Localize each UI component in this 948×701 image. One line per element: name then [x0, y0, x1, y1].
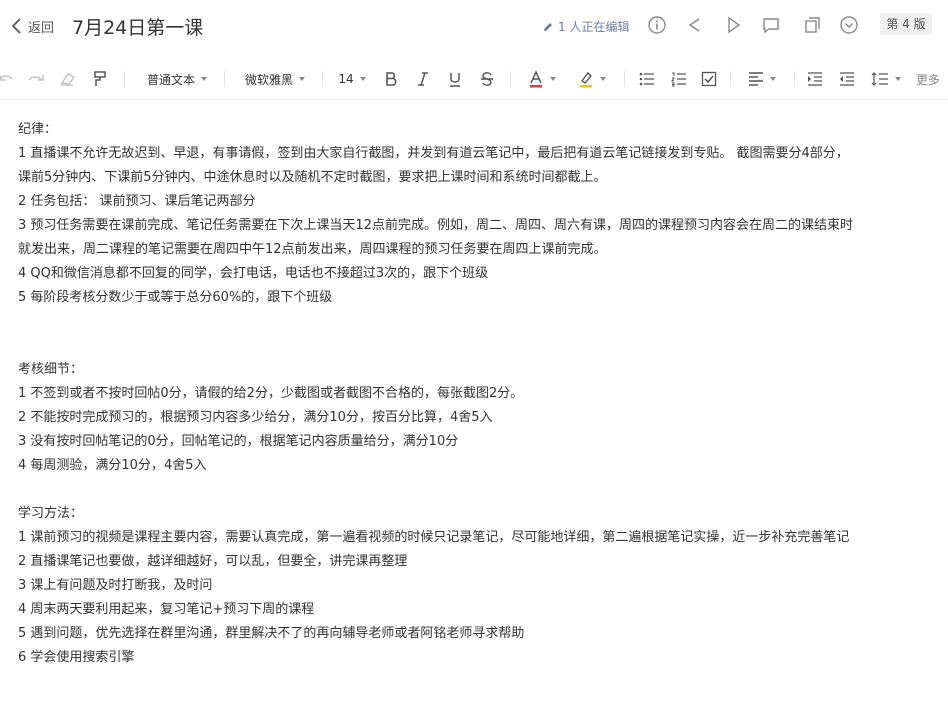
checklist-button[interactable]: [698, 59, 720, 99]
comment-icon[interactable]: [760, 14, 782, 36]
underline-button[interactable]: [444, 59, 466, 99]
formatting-toolbar: 普通文本 微软雅黑 14 更多: [0, 59, 948, 100]
font-family-select[interactable]: 微软雅黑: [238, 59, 312, 99]
font-size-select[interactable]: 14: [334, 59, 370, 99]
checkbox-icon: [701, 71, 717, 87]
underline-icon: [450, 73, 460, 87]
caret-down-icon: [201, 77, 207, 81]
strikethrough-icon: [481, 72, 493, 86]
format-painter-button[interactable]: [90, 59, 110, 99]
section-heading: 学习方法：: [18, 506, 84, 521]
toolbar-divider: [624, 71, 625, 87]
paragraph-line: 5 遇到问题，优先选择在群里沟通，群里解决不了的再向辅导老师或者阿铭老师寻求帮助: [18, 626, 525, 641]
back-label: 返回: [28, 20, 55, 36]
toolbar-divider: [224, 71, 225, 87]
document-header: 返回 7月24日第一课 1 人正在编辑 第 4 版: [0, 0, 948, 52]
more-options-icon[interactable]: [838, 14, 860, 36]
paragraph-line: 3 没有按时回帖笔记的0分，回帖笔记的，根据笔记内容质量给分，满分10分: [18, 434, 459, 449]
page-title[interactable]: 7月24日第一课: [72, 13, 203, 40]
paragraph-line: 3 课上有问题及时打断我，及时问: [18, 578, 213, 593]
redo-icon: [28, 75, 44, 81]
play-icon[interactable]: [722, 14, 744, 36]
paragraph-style-select[interactable]: 普通文本: [140, 59, 214, 99]
bullet-list-button[interactable]: [636, 59, 658, 99]
paragraph-line: 5 每阶段考核分数少于或等于总分60%的，跟下个班级: [18, 290, 333, 305]
paragraph-line: 2 不能按时完成预习的，根据预习内容多少给分，满分10分，按百分比算，4舍5入: [18, 410, 493, 425]
chevron-left-icon: [11, 18, 21, 34]
align-left-icon: [749, 72, 763, 86]
caret-down-icon: [359, 77, 366, 81]
line-height-icon: [871, 72, 888, 86]
paragraph-line: 1 课前预习的视频是课程主要内容，需要认真完成，第一遍看视频的时候只记录笔记，尽…: [18, 530, 850, 545]
back-button[interactable]: 返回: [10, 16, 54, 36]
font-family-value: 微软雅黑: [244, 72, 293, 87]
undo-icon: [0, 75, 13, 81]
paragraph-line: 2 直播课笔记也要做，越详细越好，可以乱，但要全，讲完课再整理: [18, 554, 408, 569]
more-label: 更多: [916, 72, 941, 87]
font-size-value: 14: [338, 72, 354, 86]
editing-status[interactable]: 1 人正在编辑: [542, 18, 629, 35]
toolbar-divider: [322, 71, 323, 87]
italic-icon: [418, 72, 428, 86]
section-heading: 纪律：: [18, 122, 58, 137]
section-heading: 考核细节：: [18, 362, 84, 377]
clear-format-button[interactable]: [58, 59, 78, 99]
toolbar-divider: [510, 71, 511, 87]
toolbar-divider: [730, 71, 731, 87]
strikethrough-button[interactable]: [476, 59, 498, 99]
paragraph-line: 1 直播课不允许无故迟到、早退，有事请假，签到由大家自行截图，并发到有道云笔记中…: [18, 146, 849, 161]
caret-down-icon: [895, 77, 901, 81]
paragraph-line: 6 学会使用搜索引擎: [18, 650, 135, 665]
paragraph-style-value: 普通文本: [146, 72, 195, 87]
eraser-icon: [60, 73, 76, 86]
caret-down-icon: [770, 77, 776, 81]
toolbar-divider: [794, 71, 795, 87]
line-height-button[interactable]: [866, 59, 906, 99]
highlighter-icon: [580, 71, 592, 88]
pencil-icon: [544, 22, 552, 31]
editing-status-text: 1 人正在编辑: [558, 20, 630, 34]
indent-increase-button[interactable]: [804, 59, 826, 99]
paragraph-line: 3 预习任务需要在课前完成、笔记任务需要在下次上课当天12点前完成。例如，周二、…: [18, 218, 853, 233]
caret-down-icon: [550, 77, 556, 81]
align-button[interactable]: [742, 59, 782, 99]
document-body[interactable]: 纪律： 1 直播课不允许无故迟到、早退，有事请假，签到由大家自行截图，并发到有道…: [18, 118, 938, 670]
paragraph-line: 4 QQ和微信消息都不回复的同学，会打电话，电话也不接超过3次的，跟下个班级: [18, 266, 489, 281]
paragraph-line: 4 每周测验，满分10分，4舍5入: [18, 458, 207, 473]
toolbar-divider: [124, 71, 125, 87]
share-icon[interactable]: [684, 14, 706, 36]
version-badge[interactable]: 第 4 版: [880, 13, 932, 35]
paragraph-line: 2 任务包括： 课前预习、课后笔记两部分: [18, 194, 256, 209]
indent-decrease-icon: [840, 72, 854, 86]
highlight-color-button[interactable]: [572, 59, 612, 99]
paragraph-line: 4 周末两天要利用起来，复习笔记+预习下周的课程: [18, 602, 315, 617]
paragraph-line: 1 不签到或者不按时回帖0分，请假的给2分，少截图或者截图不合格的，每张截图2分…: [18, 386, 524, 401]
bold-button[interactable]: [380, 59, 402, 99]
paragraph-line: 课前5分钟内、下课前5分钟内、中途休息时以及随机不定时截图，要求把上课时间和系统…: [18, 170, 607, 185]
caret-down-icon: [299, 77, 305, 81]
numbered-list-icon: [671, 72, 686, 87]
font-color-button[interactable]: [522, 59, 562, 99]
numbered-list-button[interactable]: [668, 59, 690, 99]
indent-increase-icon: [808, 72, 822, 86]
redo-button[interactable]: [26, 59, 46, 99]
bold-icon: [386, 72, 397, 86]
undo-button[interactable]: [0, 59, 16, 99]
italic-button[interactable]: [412, 59, 434, 99]
indent-decrease-button[interactable]: [836, 59, 858, 99]
format-painter-icon: [94, 71, 106, 86]
font-color-icon: [530, 70, 542, 88]
caret-down-icon: [600, 77, 606, 81]
bullet-list-icon: [639, 72, 654, 86]
paragraph-line: 就发出来，周二课程的笔记需要在周四中午12点前发出来，周四课程的预习任务要在周四…: [18, 242, 607, 257]
more-button[interactable]: 更多: [916, 59, 948, 99]
copy-icon[interactable]: [800, 14, 822, 36]
info-icon[interactable]: [646, 14, 668, 36]
